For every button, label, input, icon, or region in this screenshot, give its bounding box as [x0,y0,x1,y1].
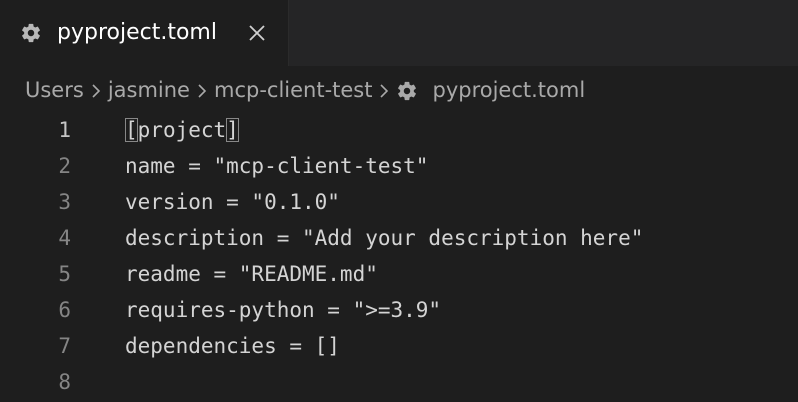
chevron-right-icon [190,80,214,100]
line-number: 7 [58,334,71,358]
gear-icon [398,81,417,101]
code-line[interactable]: 5 readme = "README.md" [0,256,798,292]
line-content[interactable]: description = "Add your description here… [125,220,643,256]
breadcrumb-item-jasmine[interactable]: jasmine [108,78,190,102]
line-content[interactable]: readme = "README.md" [125,256,378,292]
chevron-right-icon [372,80,396,100]
code-line[interactable]: 6 requires-python = ">=3.9" [0,292,798,328]
breadcrumb-item-mcp-client-test[interactable]: mcp-client-test [214,78,373,102]
close-icon[interactable] [248,24,266,42]
line-number: 6 [58,298,71,322]
tab-pyproject-toml[interactable]: pyproject.toml [0,0,289,66]
code-editor[interactable]: 1 [project] 2 name = "mcp-client-test" 3… [0,112,798,402]
code-line[interactable]: 8 [0,364,798,400]
line-content[interactable]: dependencies = [] [125,328,340,364]
line-content[interactable]: name = "mcp-client-test" [125,148,428,184]
line-number: 3 [58,190,71,214]
code-line[interactable]: 7 dependencies = [] [0,328,798,364]
tab-title: pyproject.toml [57,20,217,45]
line-number: 8 [58,370,71,394]
line-content[interactable]: version = "0.1.0" [125,184,340,220]
line-number: 1 [58,118,71,142]
breadcrumb: Users jasmine mcp-client-test pyproject.… [0,66,798,114]
line-number: 2 [58,154,71,178]
tab-bar: pyproject.toml [0,0,798,66]
bracket-match-close: ] [226,118,239,142]
code-line[interactable]: 2 name = "mcp-client-test" [0,148,798,184]
line-content[interactable]: [project] [125,112,239,148]
chevron-right-icon [84,80,108,100]
line-number: 5 [58,262,71,286]
breadcrumb-item-users[interactable]: Users [25,78,84,102]
code-line[interactable]: 4 description = "Add your description he… [0,220,798,256]
bracket-match-open: [ [125,118,138,142]
section-name: project [137,118,227,142]
line-content[interactable]: requires-python = ">=3.9" [125,292,441,328]
line-number: 4 [58,226,71,250]
gear-icon [22,23,40,43]
editor-window: pyproject.toml Users jasmine mcp-client-… [0,0,798,402]
breadcrumb-item-file[interactable]: pyproject.toml [432,78,585,102]
code-line[interactable]: 1 [project] [0,112,798,148]
code-line[interactable]: 3 version = "0.1.0" [0,184,798,220]
